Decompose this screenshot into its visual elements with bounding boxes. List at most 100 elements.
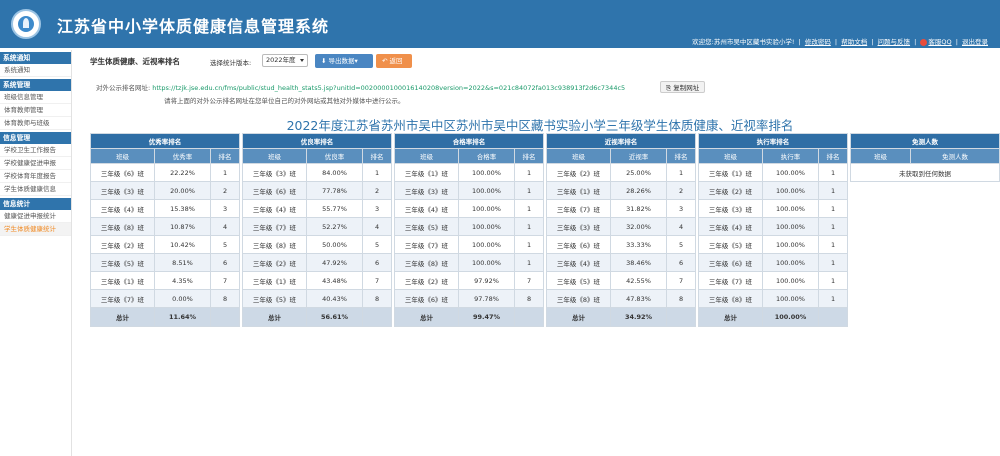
- table-row: 三年级《1》班 28.26% 2: [546, 181, 697, 200]
- app-title: 江苏省中小学体质健康信息管理系统: [57, 17, 330, 36]
- table-row: 三年级《1》班 4.35% 7: [90, 271, 241, 290]
- back-label: 返回: [389, 57, 403, 65]
- class-cell: 三年级《1》班: [242, 271, 307, 290]
- column-header: 合格率: [458, 148, 515, 164]
- sidebar-group-stats[interactable]: 信息统计: [0, 198, 71, 210]
- column-header: 班级: [242, 148, 307, 164]
- rate-cell: 0.00%: [154, 289, 211, 308]
- sidebar-item-pe-annual-report[interactable]: 学校体育年度报告: [0, 170, 71, 183]
- sidebar-item-teacher-class[interactable]: 体育教师与班级: [0, 117, 71, 130]
- back-button[interactable]: ↶ 返回: [376, 54, 412, 68]
- class-cell: 三年级《3》班: [698, 199, 763, 218]
- rank-cell: 3: [209, 199, 241, 218]
- class-cell: 三年级《8》班: [394, 253, 459, 272]
- myopia-rate-table: 近视率排名 班级 近视率 排名 三年级《2》班 25.00% 1 三年级《1》班 28.2…: [545, 133, 697, 327]
- sidebar-item-pe-teachers[interactable]: 体育教师管理: [0, 104, 71, 117]
- copy-url-label: 复制网址: [673, 84, 700, 92]
- copy-url-button[interactable]: ⎘ 复制网址: [660, 81, 706, 93]
- class-cell: 三年级《2》班: [394, 271, 459, 290]
- table-row: 三年级《7》班 52.27% 4: [242, 217, 393, 236]
- table-title: 优秀率排名: [89, 133, 241, 149]
- rate-cell: 100.00%: [762, 163, 819, 182]
- rate-cell: 100.00%: [458, 199, 515, 218]
- class-cell: 三年级《6》班: [242, 181, 307, 200]
- sidebar-group-system[interactable]: 系统管理: [0, 79, 71, 91]
- sidebar: 系统通知 系统通知 系统管理 班级信息管理 体育教师管理 体育教师与班级 信息管…: [0, 50, 72, 456]
- rate-cell: 31.82%: [610, 199, 667, 218]
- column-header: 班级: [850, 148, 911, 164]
- customer-service-qq-link[interactable]: 客服QQ: [928, 38, 951, 46]
- rate-cell: 55.77%: [306, 199, 363, 218]
- column-header: 优秀率: [154, 148, 211, 164]
- sidebar-item-health-promotion[interactable]: 学校健康促进申报: [0, 157, 71, 170]
- class-cell: 三年级《5》班: [242, 289, 307, 308]
- app-header: 江苏省中小学体质健康信息管理系统 欢迎您:苏州市吴中区藏书实验小学! | 修改密…: [0, 0, 1000, 48]
- column-header: 排名: [665, 148, 697, 164]
- total-row: 总计 99.47%: [394, 307, 545, 327]
- version-select[interactable]: 2022年度: [262, 54, 308, 67]
- rate-cell: 10.42%: [154, 235, 211, 254]
- rank-cell: 3: [665, 199, 697, 218]
- column-header: 班级: [546, 148, 611, 164]
- rank-cell: 5: [361, 235, 393, 254]
- good-rate-table: 优良率排名 班级 优良率 排名 三年级《3》班 84.00% 1 三年级《6》班 77.7…: [241, 133, 393, 327]
- class-cell: 三年级《1》班: [90, 271, 155, 290]
- feedback-link[interactable]: 问题与反馈: [878, 38, 911, 46]
- sidebar-item-class-info[interactable]: 班级信息管理: [0, 91, 71, 104]
- rank-cell: 3: [361, 199, 393, 218]
- column-header: 排名: [209, 148, 241, 164]
- table-row: 三年级《7》班 31.82% 3: [546, 199, 697, 218]
- class-cell: 三年级《6》班: [394, 289, 459, 308]
- sidebar-group-notice[interactable]: 系统通知: [0, 52, 71, 64]
- table-row: 三年级《4》班 55.77% 3: [242, 199, 393, 218]
- sidebar-item-promotion-stats[interactable]: 健康促进申报统计: [0, 210, 71, 223]
- class-cell: 三年级《1》班: [394, 163, 459, 182]
- total-row: 总计 100.00%: [698, 307, 849, 327]
- rate-cell: 84.00%: [306, 163, 363, 182]
- rank-cell: 6: [665, 253, 697, 272]
- column-header: 班级: [698, 148, 763, 164]
- sidebar-group-info[interactable]: 信息管理: [0, 132, 71, 144]
- export-data-button[interactable]: ⬇ 导出数据▾: [315, 54, 373, 68]
- rate-cell: 100.00%: [762, 235, 819, 254]
- class-cell: 三年级《3》班: [546, 217, 611, 236]
- public-url-note: 请将上面的对外公示排名网址在您单位自己的对外网站或其他对外媒体中进行公示。: [164, 97, 405, 105]
- public-url-text[interactable]: https://tzjk.jse.edu.cn/fms/public/stud_…: [152, 84, 625, 92]
- rank-cell: 4: [209, 217, 241, 236]
- sidebar-item-system-notice[interactable]: 系统通知: [0, 64, 71, 77]
- rank-cell: 1: [817, 289, 849, 308]
- rate-cell: 22.22%: [154, 163, 211, 182]
- rank-cell: 7: [361, 271, 393, 290]
- total-label: 总计: [242, 307, 307, 327]
- table-row: 三年级《5》班 8.51% 6: [90, 253, 241, 272]
- change-password-link[interactable]: 修改密码: [805, 38, 831, 46]
- rate-cell: 100.00%: [458, 235, 515, 254]
- sidebar-item-student-health-info[interactable]: 学生体质健康信息: [0, 183, 71, 196]
- table-row: 三年级《2》班 97.92% 7: [394, 271, 545, 290]
- page-title: 学生体质健康、近视率排名: [90, 57, 180, 66]
- rate-cell: 47.92%: [306, 253, 363, 272]
- export-data-label: 导出数据▾: [328, 57, 358, 65]
- rate-cell: 47.83%: [610, 289, 667, 308]
- logout-link[interactable]: 退出登录: [962, 38, 988, 46]
- total-rank-cell: [209, 307, 241, 327]
- class-cell: 三年级《8》班: [698, 289, 763, 308]
- exempt-count-table: 免测人数 班级 免测人数 未获取到任何数据: [850, 133, 1000, 182]
- rate-cell: 15.38%: [154, 199, 211, 218]
- table-row: 三年级《3》班 100.00% 1: [698, 199, 849, 218]
- rank-cell: 6: [209, 253, 241, 272]
- class-cell: 三年级《6》班: [698, 253, 763, 272]
- table-row: 三年级《1》班 100.00% 1: [394, 163, 545, 182]
- rank-cell: 2: [209, 181, 241, 200]
- rank-cell: 5: [665, 235, 697, 254]
- rank-cell: 1: [817, 199, 849, 218]
- table-row: 三年级《6》班 100.00% 1: [698, 253, 849, 272]
- sidebar-item-student-health-stats[interactable]: 学生体质健康统计: [0, 223, 71, 236]
- rate-cell: 50.00%: [306, 235, 363, 254]
- class-cell: 三年级《1》班: [546, 181, 611, 200]
- rate-cell: 10.87%: [154, 217, 211, 236]
- sidebar-item-health-report[interactable]: 学校卫生工作报告: [0, 144, 71, 157]
- help-docs-link[interactable]: 帮助文档: [841, 38, 867, 46]
- total-row: 总计 11.64%: [90, 307, 241, 327]
- rank-cell: 8: [361, 289, 393, 308]
